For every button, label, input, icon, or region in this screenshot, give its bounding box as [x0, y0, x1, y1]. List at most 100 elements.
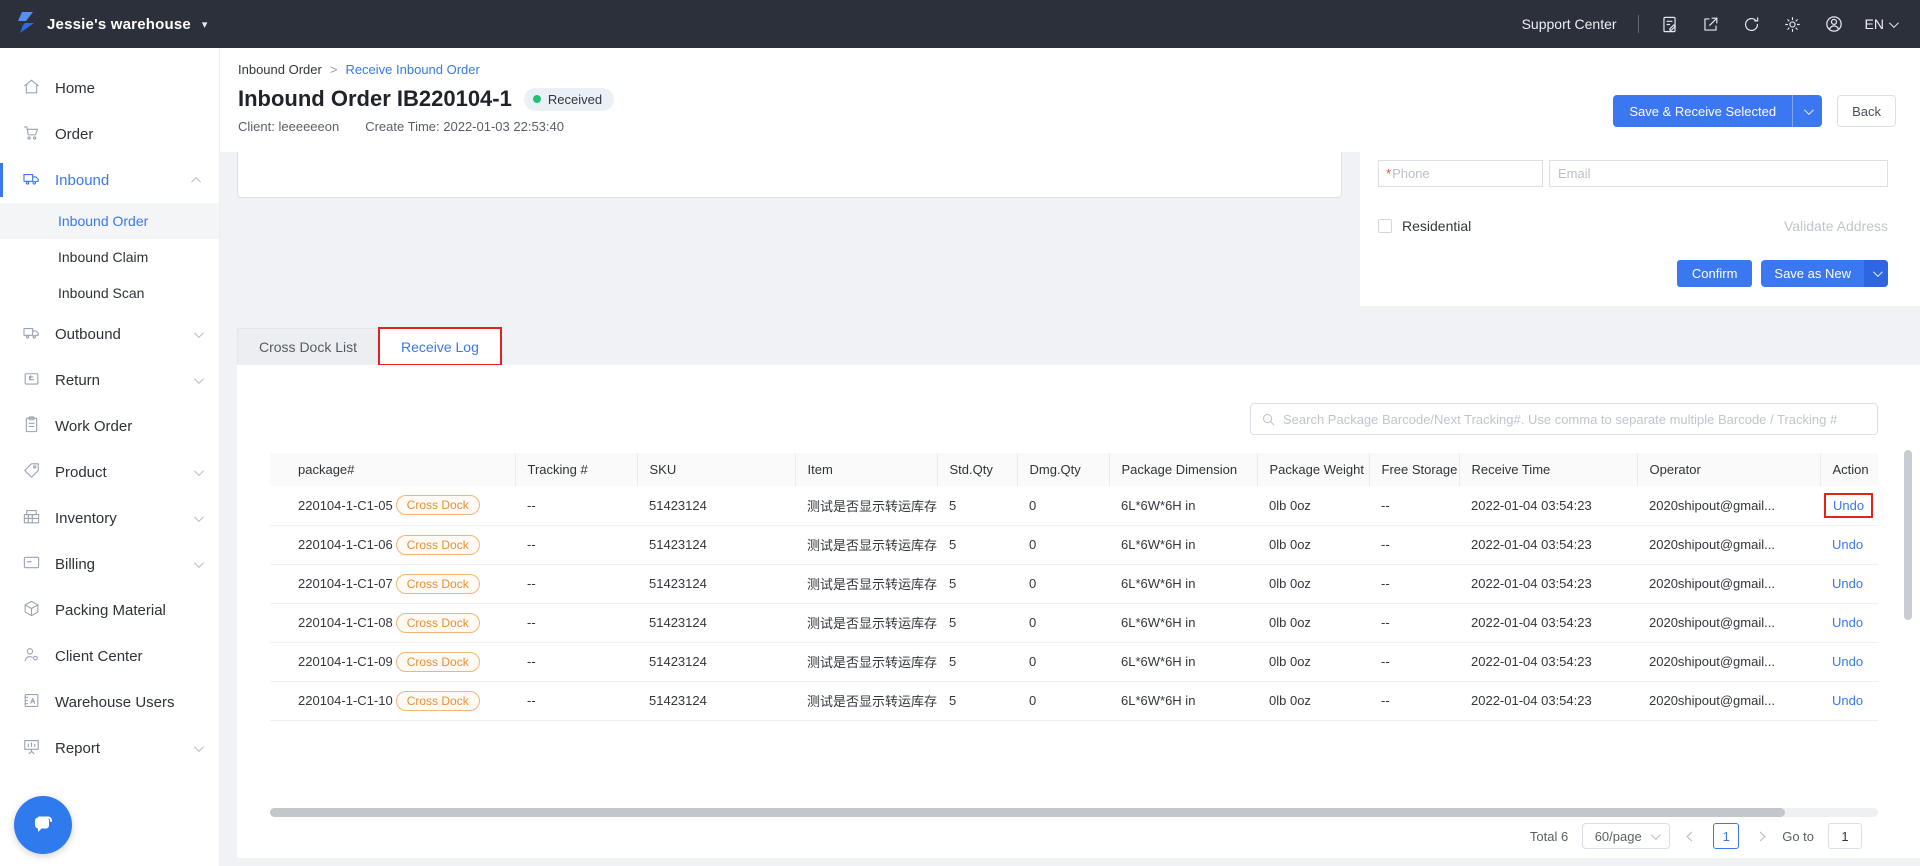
tab-receive-log[interactable]: Receive Log — [378, 327, 502, 366]
package-number: 220104-1-C1-06 — [298, 537, 393, 552]
tab-bar: Cross Dock List Receive Log — [237, 327, 502, 366]
sidebar-item-client-center[interactable]: Client Center — [0, 633, 219, 679]
undo-link[interactable]: Undo — [1832, 654, 1863, 669]
package-cell: 220104-1-C1-07 Cross Dock — [270, 564, 515, 604]
weight-cell: 0lb 0oz — [1257, 486, 1369, 526]
sidebar-item-home[interactable]: Home — [0, 65, 219, 111]
tab-cross-dock-list[interactable]: Cross Dock List — [237, 328, 380, 365]
warehouse-name: Jessie's warehouse — [47, 15, 191, 33]
action-cell: Undo — [1820, 525, 1878, 565]
col-tracking: Tracking # — [515, 453, 638, 486]
search-input[interactable] — [1283, 411, 1867, 427]
undo-link[interactable]: Undo — [1832, 693, 1863, 708]
page-number-1[interactable]: 1 — [1713, 823, 1740, 849]
item-cell: 测试是否显示转运库存 — [795, 525, 937, 565]
phone-field[interactable] — [1378, 160, 1543, 187]
free-storage-cell: -- — [1369, 681, 1459, 721]
support-center-link[interactable]: Support Center — [1522, 16, 1617, 32]
undo-link[interactable]: Undo — [1832, 537, 1863, 552]
table-row: 220104-1-C1-05 Cross Dock -- 51423124 测试… — [270, 486, 1878, 526]
language-selector[interactable]: EN — [1865, 16, 1899, 32]
table-header-row: package# Tracking # SKU Item Std.Qty Dmg… — [270, 453, 1878, 486]
undo-link[interactable]: Undo — [1824, 492, 1874, 518]
address-panel: *Phone Residential Validate Address Conf… — [1360, 152, 1920, 306]
caret-down-icon: ▾ — [201, 18, 208, 31]
sidebar-item-label: Client Center — [55, 647, 143, 665]
email-field[interactable] — [1549, 160, 1888, 187]
dimension-cell: 6L*6W*6H in — [1109, 681, 1257, 721]
prev-page-button[interactable] — [1684, 831, 1699, 841]
gear-icon[interactable] — [1783, 14, 1803, 34]
horizontal-scrollbar-thumb[interactable] — [270, 808, 1785, 817]
page-size-value: 60/page — [1594, 828, 1642, 844]
tracking-cell: -- — [515, 603, 637, 643]
user-icon[interactable] — [1824, 14, 1844, 34]
sidebar-item-warehouse-users[interactable]: Warehouse Users — [0, 679, 219, 725]
next-page-button[interactable] — [1753, 831, 1768, 841]
validate-address-link[interactable]: Validate Address — [1784, 218, 1888, 234]
horizontal-scrollbar-track[interactable] — [270, 808, 1878, 817]
return-box-icon — [22, 369, 41, 392]
inbound-truck-icon — [22, 169, 41, 192]
create-time-value: 2022-01-03 22:53:40 — [443, 119, 564, 134]
sidebar-subitem-inbound-order[interactable]: Inbound Order — [0, 203, 219, 239]
save-as-new-label[interactable]: Save as New — [1761, 260, 1864, 287]
save-as-new-dropdown-toggle[interactable] — [1864, 260, 1888, 287]
sku-cell: 51423124 — [637, 564, 795, 604]
card-icon — [22, 553, 41, 576]
chevron-down-icon — [1804, 104, 1814, 115]
brand[interactable]: Jessie's warehouse ▾ — [14, 10, 207, 39]
col-operator: Operator — [1637, 453, 1821, 486]
save-as-new-button[interactable]: Save as New — [1761, 260, 1888, 287]
export-icon[interactable] — [1701, 14, 1721, 34]
save-receive-selected-label[interactable]: Save & Receive Selected — [1613, 95, 1792, 127]
free-storage-cell: -- — [1369, 525, 1459, 565]
goto-page-input[interactable] — [1828, 823, 1862, 849]
col-free-storage: Free Storage — [1369, 453, 1460, 486]
weight-cell: 0lb 0oz — [1257, 603, 1369, 643]
chevron-right-icon — [1755, 831, 1766, 841]
sidebar-item-label: Report — [55, 739, 101, 757]
residential-checkbox[interactable] — [1378, 219, 1392, 233]
dmg-qty-cell: 0 — [1017, 642, 1109, 682]
sidebar-item-product[interactable]: Product — [0, 449, 219, 495]
save-receive-dropdown-toggle[interactable] — [1792, 95, 1822, 127]
sidebar: Home Order Inbound Inbound Order Inbound… — [0, 48, 220, 866]
save-receive-selected-button[interactable]: Save & Receive Selected — [1613, 95, 1823, 127]
sidebar-item-order[interactable]: Order — [0, 111, 219, 157]
sidebar-subitem-inbound-claim[interactable]: Inbound Claim — [0, 239, 219, 275]
confirm-button[interactable]: Confirm — [1676, 260, 1753, 287]
package-number: 220104-1-C1-07 — [298, 576, 393, 591]
sidebar-item-work-order[interactable]: Work Order — [0, 403, 219, 449]
chevron-down-icon — [193, 741, 204, 752]
receive-time-cell: 2022-01-04 03:54:23 — [1459, 681, 1637, 721]
tracking-cell: -- — [515, 486, 637, 526]
sidebar-item-inventory[interactable]: Inventory — [0, 495, 219, 541]
presentation-icon — [22, 737, 41, 760]
sidebar-item-billing[interactable]: Billing — [0, 541, 219, 587]
sidebar-subitem-label: Inbound Scan — [58, 285, 145, 301]
undo-link[interactable]: Undo — [1832, 576, 1863, 591]
topbar: Jessie's warehouse ▾ Support Center EN — [0, 0, 1920, 48]
package-cell: 220104-1-C1-09 Cross Dock — [270, 642, 515, 682]
package-number: 220104-1-C1-10 — [298, 693, 393, 708]
undo-link[interactable]: Undo — [1832, 615, 1863, 630]
action-cell: Undo — [1820, 603, 1878, 643]
chat-widget-button[interactable] — [14, 796, 72, 854]
back-button[interactable]: Back — [1837, 95, 1896, 127]
sidebar-item-outbound[interactable]: Outbound — [0, 311, 219, 357]
sidebar-item-inbound[interactable]: Inbound — [0, 157, 219, 203]
sidebar-item-packing-material[interactable]: Packing Material — [0, 587, 219, 633]
sidebar-item-return[interactable]: Return — [0, 357, 219, 403]
breadcrumb-parent[interactable]: Inbound Order — [238, 62, 322, 77]
sidebar-subitem-inbound-scan[interactable]: Inbound Scan — [0, 275, 219, 311]
residential-label[interactable]: Residential — [1402, 218, 1471, 234]
page-size-select[interactable]: 60/page — [1582, 823, 1671, 849]
cross-dock-badge: Cross Dock — [395, 495, 480, 516]
vertical-scrollbar[interactable] — [1904, 450, 1912, 620]
breadcrumb: Inbound Order > Receive Inbound Order — [238, 62, 1896, 77]
sidebar-item-report[interactable]: Report — [0, 725, 219, 771]
form-edit-icon[interactable] — [1660, 14, 1680, 34]
item-cell: 测试是否显示转运库存 — [795, 681, 937, 721]
refresh-icon[interactable] — [1742, 14, 1762, 34]
